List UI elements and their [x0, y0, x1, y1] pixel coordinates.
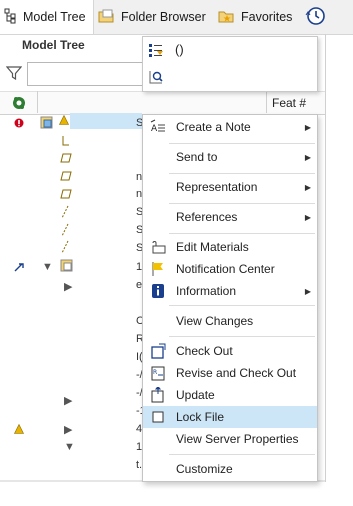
note-icon: A [150, 119, 166, 135]
tab-label: Model Tree [23, 10, 86, 24]
feat-column-header[interactable]: Feat # [272, 96, 306, 110]
menu-item-label: Representation [176, 180, 258, 194]
tab-history[interactable] [304, 0, 331, 34]
tab-favorites[interactable]: Favorites [218, 0, 292, 34]
tab-label: Favorites [241, 10, 293, 24]
submenu-arrow-icon: ▶ [304, 122, 311, 132]
tree-filter-icon[interactable] [148, 42, 164, 61]
datum-axis-icon [60, 223, 70, 240]
link-icon [14, 261, 26, 275]
folder-browser-icon [98, 8, 116, 27]
svg-text:A: A [151, 124, 158, 134]
tab-model-tree[interactable]: Model Tree [0, 0, 94, 34]
submenu-arrow-icon: ▶ [304, 182, 311, 192]
submenu-arrow-icon: ▶ [304, 212, 311, 222]
menu-item-label: Revise and Check Out [176, 366, 297, 380]
expand-toggle[interactable]: ▶ [64, 423, 72, 436]
flag-icon [150, 261, 166, 277]
check-out-icon [150, 343, 166, 359]
menu-separator [169, 336, 315, 337]
tab-label: Folder Browser [121, 10, 206, 24]
materials-icon [150, 239, 166, 255]
menu-item-information[interactable]: Information ▶ [143, 280, 317, 302]
menu-item-label: Create a Note [176, 120, 251, 134]
expand-toggle[interactable]: ▼ [64, 441, 75, 453]
update-icon [150, 385, 166, 403]
menu-item-check-out[interactable]: Check Out [143, 340, 317, 362]
menu-item-label: View Server Properties [176, 432, 299, 446]
menu-item-label: Lock File [176, 410, 225, 424]
menu-item-label: View Changes [176, 314, 254, 328]
submenu-arrow-icon: ▶ [304, 152, 311, 162]
menu-separator [169, 203, 315, 204]
panel-title: Model Tree [22, 38, 85, 52]
model-tree-icon [4, 8, 18, 27]
warning-icon [14, 423, 24, 437]
datum-plane-icon [60, 188, 72, 202]
menu-item-label: Send to [176, 150, 218, 164]
menu-item-label: Information [176, 284, 237, 298]
menu-item-view-server-properties[interactable]: View Server Properties [143, 428, 317, 450]
favorites-icon [218, 8, 236, 27]
history-icon [304, 6, 326, 29]
info-icon [150, 283, 166, 299]
menu-item-lock-file[interactable]: Lock File [143, 406, 317, 428]
submenu-arrow-icon: ▶ [304, 286, 311, 296]
coord-system-icon [60, 135, 70, 150]
model-settings-icon[interactable] [10, 95, 28, 114]
selected-row-highlight [70, 113, 142, 129]
menu-item-send-to[interactable]: Send to ▶ [143, 146, 317, 168]
menu-item-create-note[interactable]: A Create a Note ▶ [143, 116, 317, 138]
menu-item-revise-check-out[interactable]: R Revise and Check Out [143, 362, 317, 384]
lock-checkbox-icon[interactable] [150, 409, 166, 425]
datum-plane-icon [60, 170, 72, 184]
assembly-icon[interactable] [40, 116, 54, 133]
menu-item-references[interactable]: References ▶ [143, 206, 317, 228]
menu-separator [169, 233, 315, 234]
context-menu: A Create a Note ▶ Send to ▶ Representati… [142, 114, 318, 482]
menu-item-label: Update [176, 388, 215, 402]
menu-item-label: Notification Center [176, 262, 275, 276]
menu-item-update[interactable]: Update [143, 384, 317, 406]
error-icon [14, 117, 24, 131]
menu-item-representation[interactable]: Representation ▶ [143, 176, 317, 198]
menu-separator [169, 305, 315, 306]
datum-axis-icon [60, 205, 70, 222]
revise-icon: R [150, 365, 166, 381]
menu-item-notification-center[interactable]: Notification Center [143, 258, 317, 280]
menu-item-label: References [176, 210, 238, 224]
tree-options-popup: () [142, 36, 318, 92]
datum-plane-icon [60, 152, 72, 166]
menu-item-view-changes[interactable]: View Changes [143, 310, 317, 332]
expand-toggle[interactable]: ▶ [64, 280, 72, 293]
expand-toggle[interactable]: ▼ [42, 261, 53, 273]
panel-edge [325, 34, 326, 482]
menu-separator [169, 454, 315, 455]
warning-icon [59, 114, 69, 128]
menu-item-label: Check Out [176, 344, 233, 358]
menu-item-edit-materials[interactable]: Edit Materials [143, 236, 317, 258]
tab-folder-browser[interactable]: Folder Browser [98, 0, 206, 34]
svg-text:R: R [153, 369, 157, 376]
popup-item-label[interactable]: () [175, 42, 184, 57]
menu-separator [169, 143, 315, 144]
menu-item-label: Customize [176, 462, 233, 476]
menu-separator [169, 173, 315, 174]
component-icon[interactable] [60, 259, 74, 276]
filter-icon[interactable] [5, 65, 23, 84]
datum-axis-icon [60, 240, 70, 257]
column-divider[interactable] [37, 91, 38, 113]
search-tree-icon[interactable] [148, 69, 164, 88]
menu-item-customize[interactable]: Customize [143, 458, 317, 480]
menu-item-label: Edit Materials [176, 240, 249, 254]
column-divider[interactable] [266, 91, 267, 113]
expand-toggle[interactable]: ▶ [64, 394, 72, 407]
